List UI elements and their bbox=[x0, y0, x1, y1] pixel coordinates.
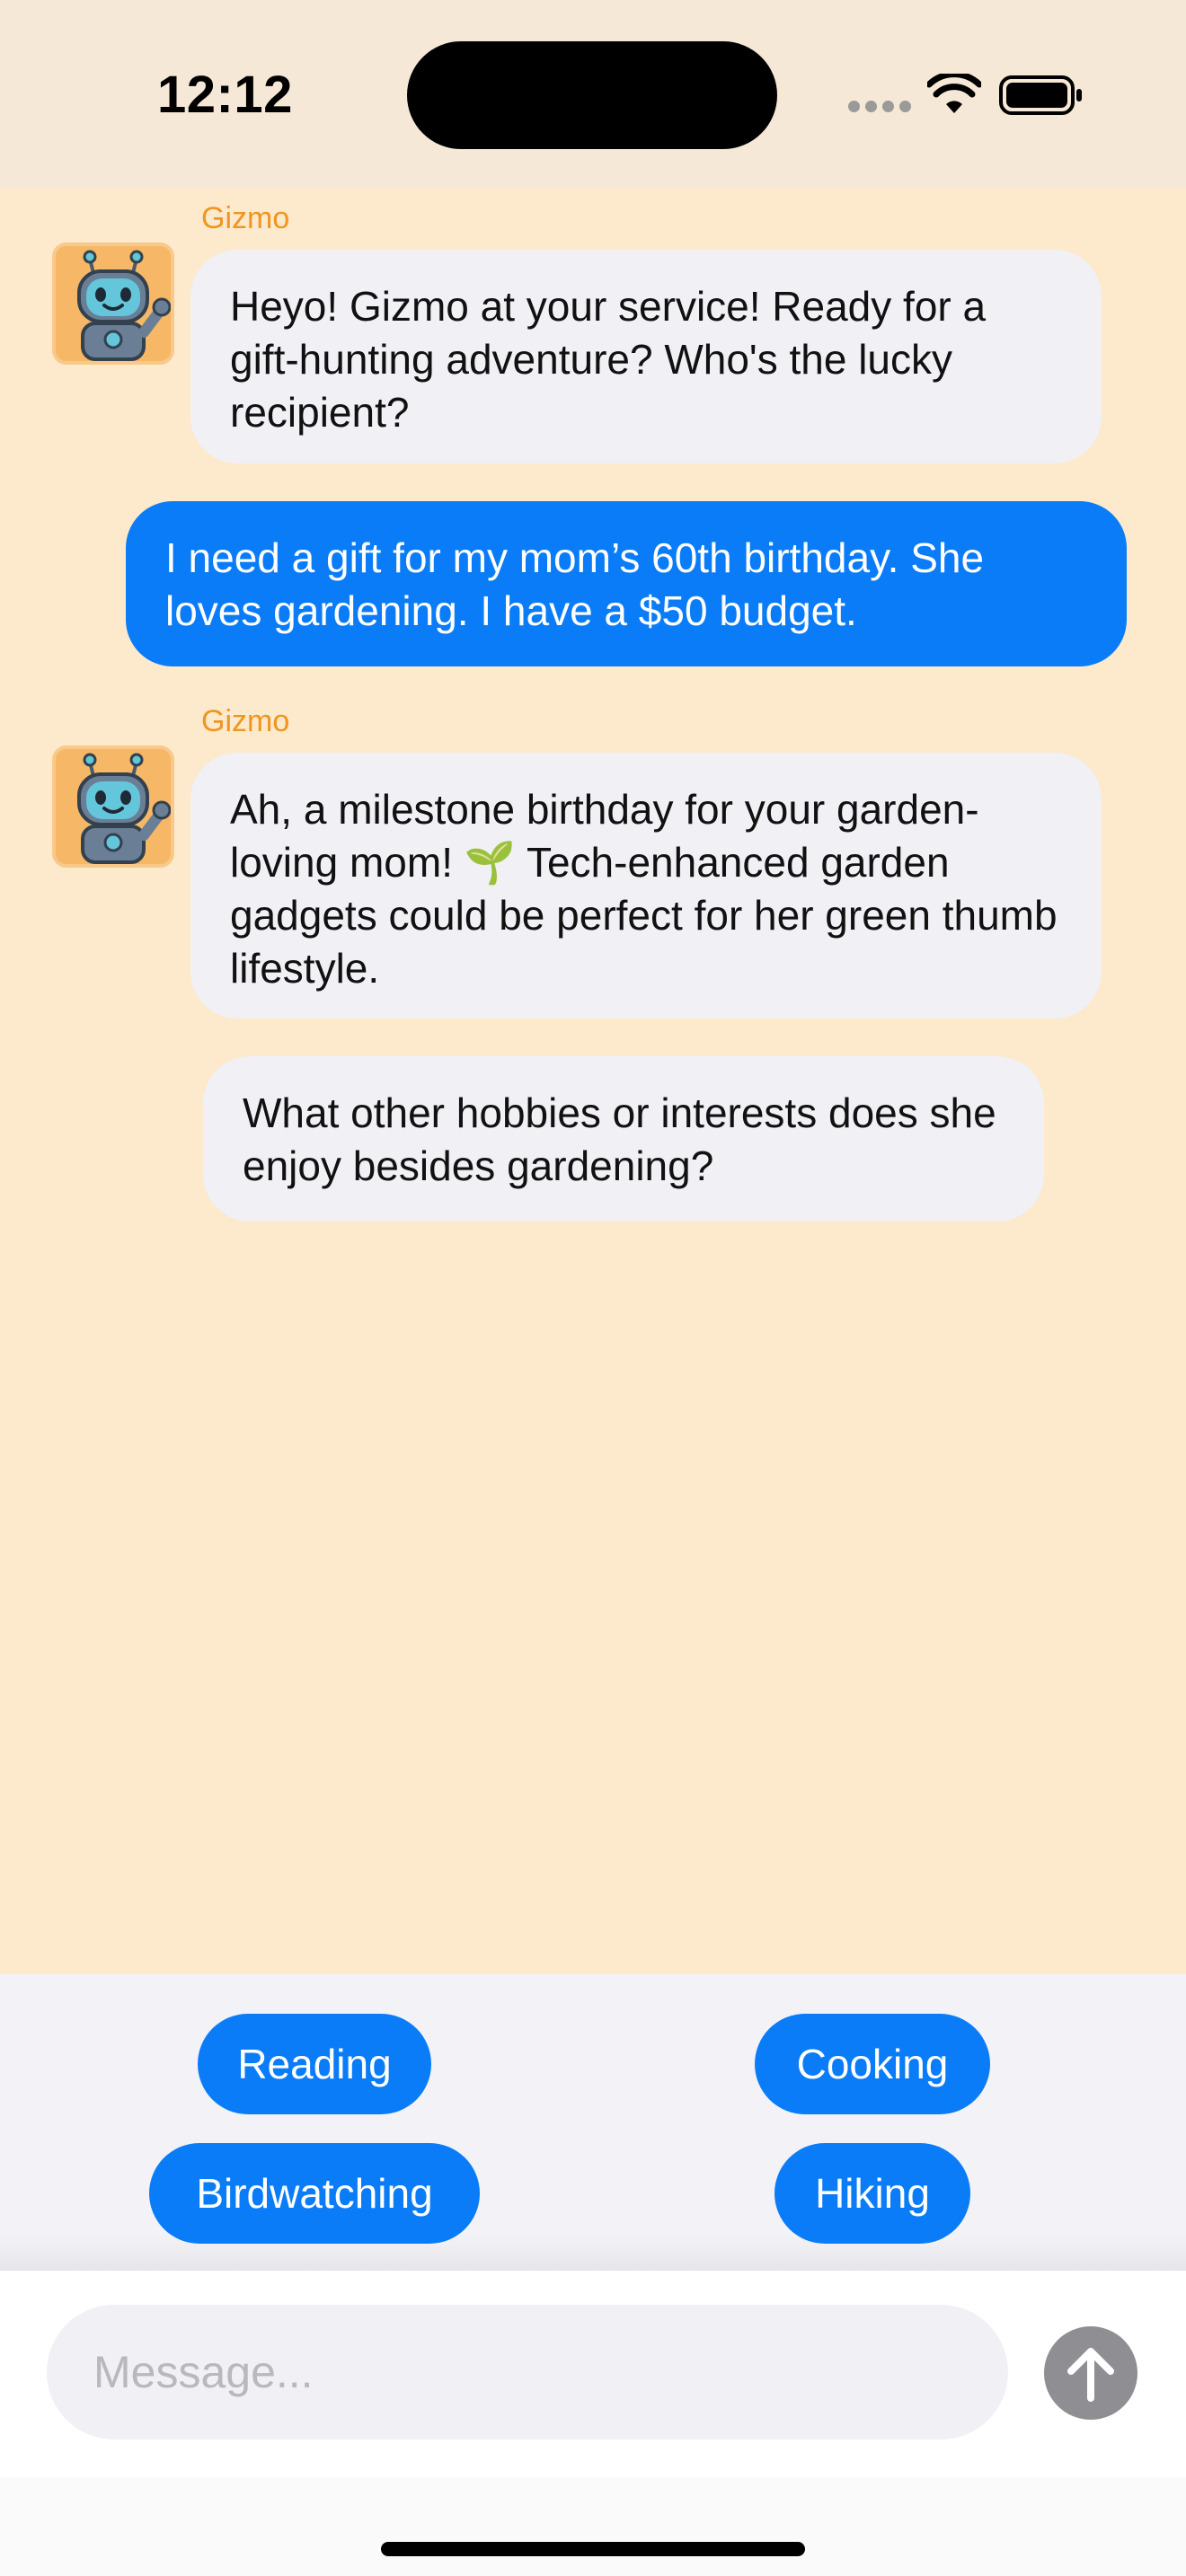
send-button[interactable] bbox=[1044, 2326, 1137, 2420]
status-time: 12:12 bbox=[157, 66, 293, 124]
bot-message-bubble: Ah, a milestone birthday for your garden… bbox=[190, 753, 1102, 1019]
signal-dots-icon bbox=[848, 101, 911, 115]
status-bar: 12:12 bbox=[0, 0, 1186, 189]
quick-reply-hiking[interactable]: Hiking bbox=[774, 2143, 970, 2244]
wifi-icon bbox=[927, 74, 981, 113]
robot-avatar-icon[interactable] bbox=[52, 243, 174, 365]
sender-name: Gizmo bbox=[201, 201, 290, 235]
bot-message-bubble: Heyo! Gizmo at your service! Ready for a… bbox=[190, 250, 1102, 463]
battery-icon bbox=[999, 75, 1082, 115]
bot-message-bubble: What other hobbies or interests does she… bbox=[203, 1056, 1044, 1222]
dynamic-island bbox=[407, 41, 777, 149]
arrow-up-icon bbox=[1067, 2348, 1114, 2402]
quick-reply-cooking[interactable]: Cooking bbox=[755, 2014, 990, 2114]
bottom-safe-area bbox=[0, 2477, 1186, 2576]
message-input[interactable] bbox=[47, 2305, 1008, 2439]
quick-replies: Reading Cooking Birdwatching Hiking bbox=[0, 1974, 1186, 2271]
message-composer bbox=[0, 2271, 1186, 2477]
chat-thread[interactable]: Gizmo Heyo! Gizmo at your service! Ready… bbox=[0, 189, 1186, 1974]
quick-reply-reading[interactable]: Reading bbox=[198, 2014, 431, 2114]
robot-avatar-icon[interactable] bbox=[52, 745, 174, 868]
quick-reply-birdwatching[interactable]: Birdwatching bbox=[149, 2143, 480, 2244]
sender-name: Gizmo bbox=[201, 704, 290, 738]
user-message-bubble: I need a gift for my mom’s 60th birthday… bbox=[126, 501, 1127, 666]
home-indicator[interactable] bbox=[381, 2542, 805, 2556]
